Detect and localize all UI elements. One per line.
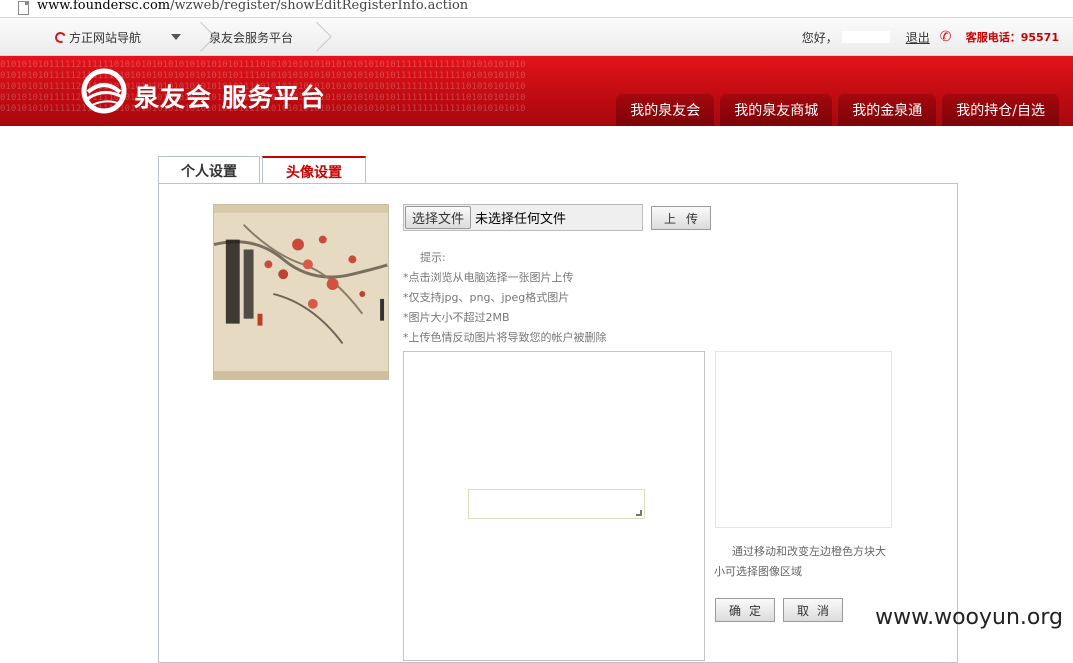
address-bar[interactable]: www.foundersc.com/wzweb/register/showEdi… — [0, 0, 1073, 18]
brand-name: 泉友会 服务平台 — [134, 83, 326, 112]
menu-my-mall[interactable]: 我的泉友商城 — [720, 94, 833, 126]
brand-banner: 0101010101111121111110101010101010101010… — [0, 56, 1073, 126]
resize-handle-icon[interactable] — [636, 510, 642, 516]
watermark: www.wooyun.org — [875, 605, 1063, 630]
url-path: /wzweb/register/showEditRegisterInfo.act… — [170, 0, 469, 13]
current-avatar-image — [213, 204, 389, 380]
breadcrumb-separator — [305, 18, 321, 56]
crop-selection-box[interactable] — [468, 489, 645, 519]
tip-item: *点击浏览从电脑选择一张图片上传 — [403, 271, 574, 284]
upload-tips: 提示: *点击浏览从电脑选择一张图片上传 *仅支持jpg、png、jpeg格式图… — [403, 248, 607, 348]
choose-file-button[interactable]: 选择文件 — [405, 206, 472, 229]
site-nav-link[interactable]: 方正网站导航 — [69, 29, 141, 46]
tip-item: *仅支持jpg、png、jpeg格式图片 — [403, 291, 570, 304]
upload-button[interactable]: 上传 — [651, 206, 711, 230]
dropdown-arrow-icon[interactable] — [171, 34, 182, 40]
page-icon — [18, 1, 29, 15]
breadcrumb[interactable]: 泉友会服务平台 — [209, 29, 293, 46]
cancel-button[interactable]: 取消 — [783, 598, 843, 622]
username — [841, 31, 890, 43]
greeting-text: 您好， — [801, 30, 838, 45]
avatar-preview — [715, 351, 892, 528]
tip-item: *上传色情反动图片将导致您的帐户被删除 — [403, 331, 607, 344]
url-text[interactable]: www.foundersc.com/wzweb/register/showEdi… — [37, 0, 468, 13]
menu-my-holdings[interactable]: 我的持仓/自选 — [942, 94, 1059, 126]
crop-hint: 通过移动和改变左边橙色方块大小可选择图像区域 — [714, 545, 886, 578]
url-host: www.foundersc.com — [37, 0, 171, 13]
founder-logo-icon — [53, 29, 68, 45]
menu-my-quanyouhui[interactable]: 我的泉友会 — [616, 94, 715, 126]
file-input[interactable]: 选择文件 未选择任何文件 — [403, 204, 643, 231]
logout-link[interactable]: 退出 — [906, 29, 930, 46]
menu-my-jinquantong[interactable]: 我的金泉通 — [838, 94, 937, 126]
file-name-text: 未选择任何文件 — [475, 212, 567, 227]
quanyouhui-logo-icon — [81, 68, 127, 114]
confirm-button[interactable]: 确定 — [715, 598, 775, 622]
top-nav-bar: 方正网站导航 泉友会服务平台 您好， 退出 ✆ 客服电话：95571 — [0, 18, 1073, 56]
main-menu: 我的泉友会 我的泉友商城 我的金泉通 我的持仓/自选 — [610, 94, 1059, 126]
phone-icon: ✆ — [939, 29, 952, 45]
hotline-text: 客服电话：95571 — [965, 31, 1059, 44]
tips-title: 提示: — [420, 251, 446, 264]
nav-left: 方正网站导航 泉友会服务平台 — [53, 18, 321, 56]
breadcrumb-separator — [189, 18, 205, 56]
nav-right: 您好， 退出 ✆ 客服电话：95571 — [802, 18, 1059, 56]
settings-tabs: 个人设置 头像设置 — [158, 156, 366, 185]
tab-personal-settings[interactable]: 个人设置 — [158, 156, 260, 184]
tab-avatar-settings[interactable]: 头像设置 — [262, 156, 366, 185]
tip-item: *图片大小不超过2MB — [403, 311, 510, 324]
